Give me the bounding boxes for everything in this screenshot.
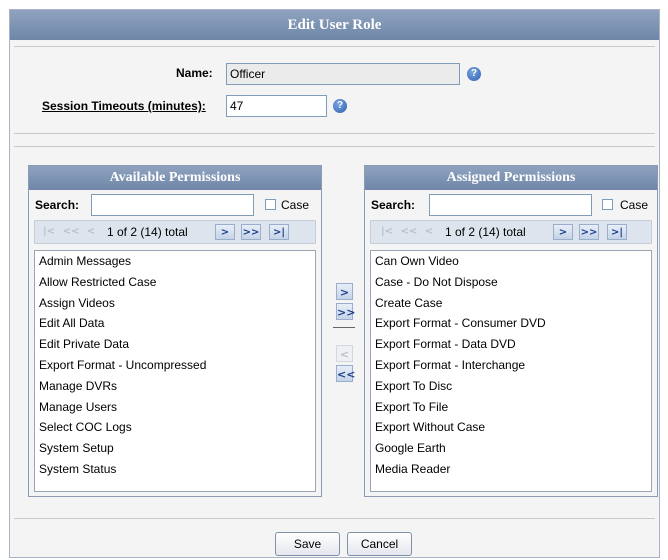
prev-page-icon[interactable]: < [81, 224, 101, 240]
timeout-help-icon[interactable]: ? [333, 99, 347, 113]
next-page-group-icon[interactable]: >> [579, 224, 599, 240]
list-item[interactable]: Google Earth [371, 438, 651, 459]
assigned-pager: |< << < 1 of 2 (14) total > >> >| [370, 220, 652, 244]
available-permissions-list[interactable]: Admin Messages Allow Restricted Case Ass… [34, 250, 316, 492]
form-separator-2 [14, 146, 655, 147]
list-item[interactable]: Allow Restricted Case [35, 272, 315, 293]
list-item[interactable]: Edit Private Data [35, 334, 315, 355]
assigned-permissions-title: Assigned Permissions [365, 166, 657, 190]
form-separator [14, 133, 655, 134]
next-page-group-icon[interactable]: >> [241, 224, 261, 240]
available-pager: |< << < 1 of 2 (14) total > >> >| [34, 220, 316, 244]
name-label: Name: [176, 66, 213, 80]
available-search-row: Search: Case [29, 190, 321, 220]
list-item[interactable]: Export Format - Consumer DVD [371, 313, 651, 334]
dialog-title: Edit User Role [10, 10, 659, 40]
list-item[interactable]: Media Reader [371, 459, 651, 480]
list-item[interactable]: Create Case [371, 293, 651, 314]
next-page-icon[interactable]: > [215, 224, 235, 240]
cancel-button[interactable]: Cancel [347, 532, 412, 556]
bottom-separator [14, 518, 655, 519]
transfer-divider [333, 327, 355, 328]
add-all-permissions-icon[interactable]: >> [336, 303, 355, 320]
add-permission-icon[interactable]: > [336, 283, 353, 300]
list-item[interactable]: Export Format - Uncompressed [35, 355, 315, 376]
list-item[interactable]: Export Without Case [371, 417, 651, 438]
available-permissions-title: Available Permissions [29, 166, 321, 190]
first-page-icon[interactable]: |< [39, 224, 59, 240]
list-item[interactable]: System Status [35, 459, 315, 480]
session-timeout-label: Session Timeouts (minutes): [42, 99, 206, 113]
available-search-label: Search: [35, 198, 80, 212]
name-help-icon[interactable]: ? [467, 67, 481, 81]
list-item[interactable]: System Setup [35, 438, 315, 459]
list-item[interactable]: Can Own Video [371, 251, 651, 272]
list-item[interactable]: Export To Disc [371, 376, 651, 397]
assigned-case-checkbox[interactable] [602, 199, 613, 210]
available-search-input[interactable] [91, 194, 254, 216]
list-item[interactable]: Assign Videos [35, 293, 315, 314]
top-separator [14, 46, 655, 47]
name-field[interactable] [226, 63, 460, 85]
assigned-search-input[interactable] [429, 194, 592, 216]
prev-page-group-icon[interactable]: << [399, 224, 419, 240]
first-page-icon[interactable]: |< [377, 224, 397, 240]
prev-page-icon[interactable]: < [419, 224, 439, 240]
assigned-permissions-list[interactable]: Can Own Video Case - Do Not Dispose Crea… [370, 250, 652, 492]
next-page-icon[interactable]: > [553, 224, 573, 240]
assigned-page-status: 1 of 2 (14) total [445, 225, 526, 239]
assigned-search-row: Search: Case [365, 190, 657, 220]
assigned-permissions-panel: Assigned Permissions Search: Case |< << … [364, 165, 658, 497]
list-item[interactable]: Export To File [371, 397, 651, 418]
list-item[interactable]: Export Format - Data DVD [371, 334, 651, 355]
list-item[interactable]: Case - Do Not Dispose [371, 272, 651, 293]
list-item[interactable]: Select COC Logs [35, 417, 315, 438]
remove-all-permissions-icon[interactable]: << [336, 365, 355, 382]
remove-permission-icon[interactable]: < [336, 345, 353, 362]
list-item[interactable]: Manage DVRs [35, 376, 315, 397]
available-page-status: 1 of 2 (14) total [107, 225, 188, 239]
save-button[interactable]: Save [275, 532, 340, 556]
assigned-case-label: Case [620, 198, 649, 212]
prev-page-group-icon[interactable]: << [61, 224, 81, 240]
list-item[interactable]: Export Format - Interchange [371, 355, 651, 376]
last-page-icon[interactable]: >| [607, 224, 627, 240]
list-item[interactable]: Edit All Data [35, 313, 315, 334]
assigned-search-label: Search: [371, 198, 416, 212]
list-item[interactable]: Admin Messages [35, 251, 315, 272]
available-case-checkbox[interactable] [265, 199, 276, 210]
session-timeout-field[interactable] [226, 95, 327, 117]
available-permissions-panel: Available Permissions Search: Case |< <<… [28, 165, 322, 497]
last-page-icon[interactable]: >| [269, 224, 289, 240]
available-case-label: Case [281, 198, 310, 212]
list-item[interactable]: Manage Users [35, 397, 315, 418]
